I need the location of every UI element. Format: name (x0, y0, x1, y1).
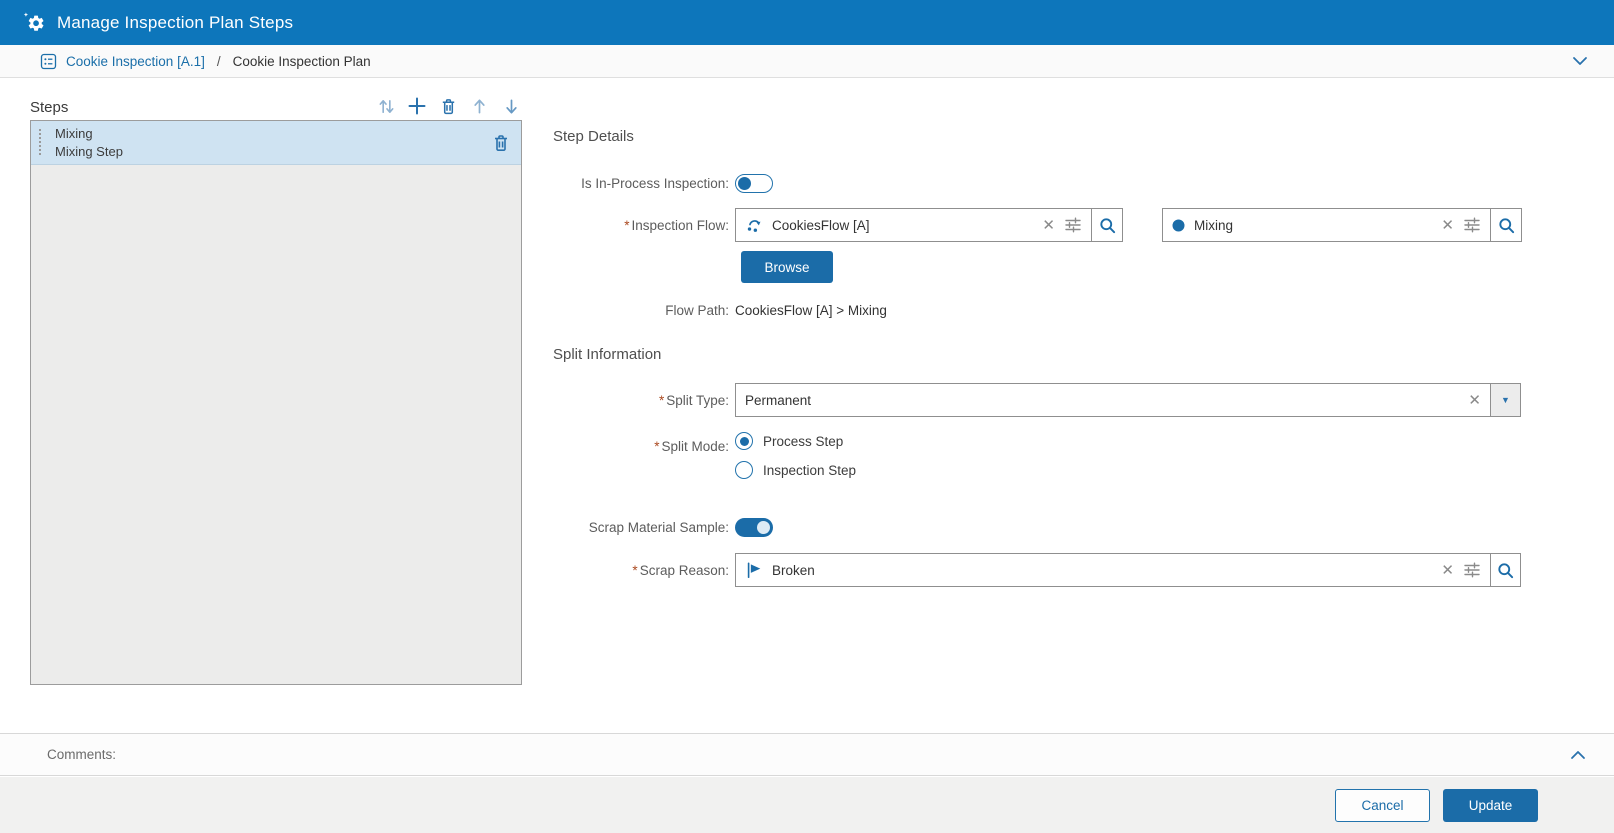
clear-icon[interactable]: ✕ (1468, 393, 1481, 408)
scrap-reason-row: *Scrap Reason: Broken ✕ (553, 553, 1521, 587)
scrap-reason-label: Scrap Reason: (640, 563, 729, 578)
search-icon[interactable] (1490, 553, 1521, 587)
inspection-flow-combo: CookiesFlow [A] ✕ (735, 208, 1522, 242)
split-mode-row: *Split Mode: Process Step Inspection Ste… (553, 432, 856, 479)
in-process-inspection-label: Is In-Process Inspection: (581, 176, 729, 191)
step-item-description: Mixing Step (55, 143, 123, 161)
flow-path-value: CookiesFlow [A] > Mixing (735, 303, 887, 318)
step-dot-icon (1172, 219, 1185, 232)
radio-unselected-icon[interactable] (735, 461, 753, 479)
search-icon[interactable] (1490, 208, 1522, 242)
inspection-flow-input[interactable]: CookiesFlow [A] ✕ (735, 208, 1092, 242)
browse-button[interactable]: Browse (741, 251, 833, 283)
move-up-icon[interactable] (469, 95, 491, 117)
clear-icon[interactable]: ✕ (1441, 218, 1454, 233)
split-mode-label: Split Mode: (661, 439, 729, 454)
plan-document-icon (40, 53, 57, 70)
gear-wizard-icon (23, 12, 46, 33)
toggle-knob (738, 177, 751, 190)
footer-action-bar: Cancel Update (0, 777, 1614, 833)
drag-handle-icon[interactable] (39, 129, 41, 157)
radio-selected-icon[interactable] (735, 432, 753, 450)
required-marker: * (654, 439, 659, 454)
chevron-up-icon[interactable] (1568, 745, 1588, 765)
inspection-step-value: Mixing (1194, 218, 1233, 233)
flow-icon (745, 216, 763, 234)
step-item-name: Mixing (55, 125, 123, 143)
scrap-sample-label: Scrap Material Sample: (589, 520, 729, 535)
scrap-reason-value: Broken (772, 563, 815, 578)
split-type-select[interactable]: Permanent ✕ (735, 383, 1491, 417)
chevron-down-icon[interactable] (1570, 51, 1590, 71)
breadcrumb-separator: / (217, 54, 221, 69)
toggle-knob (757, 521, 770, 534)
filter-sliders-icon[interactable] (1463, 216, 1481, 234)
scrap-reason-input[interactable]: Broken ✕ (735, 553, 1491, 587)
radio-option-label[interactable]: Inspection Step (763, 463, 856, 478)
scrap-material-sample-toggle[interactable] (735, 518, 773, 537)
steps-panel-title: Steps (30, 99, 68, 116)
split-type-combo: Permanent ✕ ▼ (735, 383, 1521, 417)
flag-icon (745, 561, 763, 579)
inspection-flow-row: *Inspection Flow: CookiesFlow [A] ✕ (553, 208, 1522, 242)
radio-option-inspection-step[interactable]: Inspection Step (735, 461, 856, 479)
cancel-button[interactable]: Cancel (1335, 789, 1430, 822)
search-icon[interactable] (1091, 208, 1123, 242)
steps-list: Mixing Mixing Step (30, 120, 522, 685)
breadcrumb-parent-link[interactable]: Cookie Inspection [A.1] (66, 54, 205, 69)
inspection-flow-label: Inspection Flow: (631, 218, 729, 233)
update-button[interactable]: Update (1443, 789, 1538, 822)
inspection-flow-value: CookiesFlow [A] (772, 218, 870, 233)
split-type-value: Permanent (745, 393, 811, 408)
breadcrumb-current: Cookie Inspection Plan (233, 54, 371, 69)
move-down-icon[interactable] (500, 95, 522, 117)
radio-option-process-step[interactable]: Process Step (735, 432, 856, 450)
filter-sliders-icon[interactable] (1064, 216, 1082, 234)
manage-inspection-plan-steps-window: Manage Inspection Plan Steps Cookie Insp… (0, 0, 1614, 833)
required-marker: * (659, 393, 664, 408)
split-type-row: *Split Type: Permanent ✕ ▼ (553, 383, 1521, 417)
page-title: Manage Inspection Plan Steps (57, 13, 293, 33)
row-delete-icon[interactable] (491, 133, 511, 153)
flow-path-row: Flow Path: CookiesFlow [A] > Mixing (553, 296, 887, 324)
inspection-step-input[interactable]: Mixing ✕ (1162, 208, 1491, 242)
add-step-icon[interactable] (406, 95, 428, 117)
title-bar: Manage Inspection Plan Steps (0, 0, 1614, 45)
breadcrumb: Cookie Inspection [A.1] / Cookie Inspect… (0, 45, 1614, 78)
delete-step-icon[interactable] (438, 95, 460, 117)
required-marker: * (624, 218, 629, 233)
filter-sliders-icon[interactable] (1463, 561, 1481, 579)
step-list-item-mixing[interactable]: Mixing Mixing Step (31, 121, 521, 165)
step-item-text: Mixing Mixing Step (55, 125, 123, 161)
clear-icon[interactable]: ✕ (1042, 218, 1055, 233)
dropdown-arrow-icon[interactable]: ▼ (1490, 383, 1521, 417)
required-marker: * (632, 563, 637, 578)
comments-section: Comments: (0, 733, 1614, 776)
clear-icon[interactable]: ✕ (1441, 563, 1454, 578)
split-type-label: Split Type: (666, 393, 729, 408)
step-details-title: Step Details (553, 128, 634, 145)
sort-icon[interactable] (375, 95, 397, 117)
steps-toolbar (375, 95, 522, 117)
scrap-reason-combo: Broken ✕ (735, 553, 1521, 587)
split-information-title: Split Information (553, 346, 661, 363)
in-process-inspection-toggle[interactable] (735, 174, 773, 193)
in-process-inspection-row: Is In-Process Inspection: (553, 166, 773, 200)
split-mode-radio-group: Process Step Inspection Step (735, 432, 856, 479)
radio-option-label[interactable]: Process Step (763, 434, 843, 449)
flow-path-label: Flow Path: (665, 303, 729, 318)
scrap-material-sample-row: Scrap Material Sample: (553, 510, 773, 544)
comments-label: Comments: (47, 747, 116, 762)
